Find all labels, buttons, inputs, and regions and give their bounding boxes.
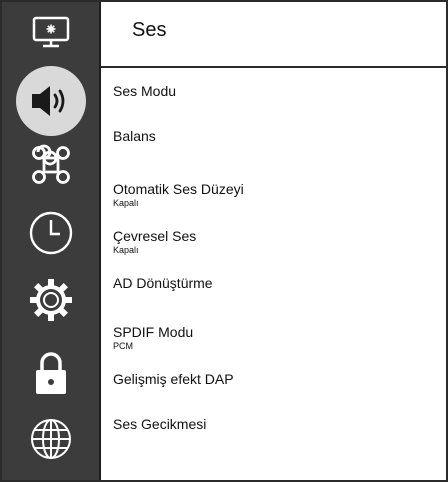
- sidebar: [2, 2, 101, 480]
- menu-item-balance[interactable]: Balans: [113, 128, 156, 144]
- menu-item-ad-conversion[interactable]: AD Dönüştürme: [113, 275, 213, 291]
- menu-item-label: Çevresel Ses: [113, 228, 197, 244]
- sidebar-item-sound[interactable]: [2, 65, 99, 137]
- menu-item-label: Ses Modu: [113, 83, 177, 99]
- menu-item-label: Gelişmiş efekt DAP: [113, 371, 234, 387]
- menu-item-label: Balans: [113, 128, 156, 144]
- menu-item-spdif-mode[interactable]: SPDIF Modu PCM: [113, 324, 193, 351]
- globe-icon: [30, 419, 71, 459]
- sidebar-item-lock[interactable]: [2, 347, 99, 399]
- speaker-icon: [31, 86, 64, 116]
- lock-icon: [35, 352, 66, 394]
- menu-item-label: Ses Gecikmesi: [113, 416, 207, 432]
- menu-item-dap-effect[interactable]: Gelişmiş efekt DAP: [113, 371, 234, 387]
- selected-highlight: [15, 66, 86, 136]
- header-bar: Ses: [101, 2, 446, 68]
- menu-item-value: Kapalı: [113, 245, 139, 255]
- menu-item-value: PCM: [113, 341, 133, 351]
- page-title: Ses: [132, 19, 167, 41]
- sidebar-item-apps[interactable]: [2, 142, 99, 188]
- menu-item-label: SPDIF Modu: [113, 324, 194, 340]
- sidebar-item-network[interactable]: [2, 414, 99, 464]
- menu-item-auto-volume[interactable]: Otomatik Ses Düzeyi Kapalı: [113, 181, 244, 208]
- gear-icon: [29, 279, 72, 321]
- settings-window: Ses Ses Modu Balans Otomatik Ses Düzeyi …: [0, 0, 448, 482]
- command-icon: [31, 144, 70, 184]
- clock-icon: [29, 211, 72, 255]
- sidebar-item-timer[interactable]: [2, 206, 99, 260]
- menu-item-surround[interactable]: Çevresel Ses Kapalı: [113, 228, 196, 255]
- menu-item-label: AD Dönüştürme: [113, 275, 213, 291]
- menu-item-sound-mode[interactable]: Ses Modu: [113, 83, 176, 99]
- tv-settings-icon: [32, 16, 69, 48]
- sidebar-item-setup[interactable]: [2, 273, 99, 327]
- menu-item-value: Kapalı: [113, 198, 139, 208]
- menu-item-label: Otomatik Ses Düzeyi: [113, 181, 244, 197]
- menu-item-audio-delay[interactable]: Ses Gecikmesi: [113, 416, 206, 432]
- sidebar-item-picture[interactable]: [2, 10, 99, 54]
